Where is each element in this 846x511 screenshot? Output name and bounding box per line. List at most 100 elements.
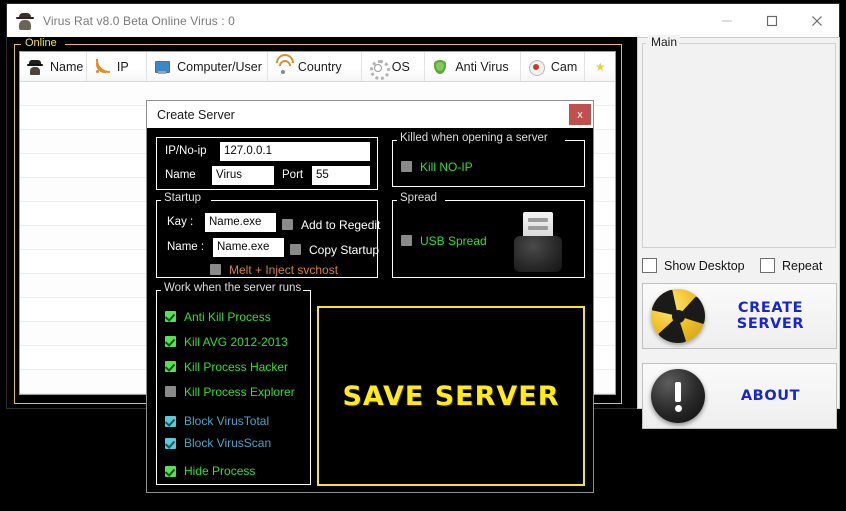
about-label: ABOUT (740, 388, 801, 404)
create-server-dialog: Create Server x IP/No-ip 127.0.0.1 Name … (146, 100, 594, 493)
dialog-body: IP/No-ip 127.0.0.1 Name Virus Port 55 Ki… (147, 128, 593, 492)
checkbox-box[interactable] (210, 264, 221, 275)
checkbox-block-virustotal[interactable]: Block VirusTotal (165, 410, 310, 432)
checkbox-repeat[interactable]: Repeat (760, 258, 822, 273)
checkbox-copy-startup[interactable]: Copy Startup (290, 239, 379, 260)
main-groupbox: Main (642, 35, 836, 248)
column-header-cam[interactable]: Cam (521, 52, 586, 81)
checkbox-label: Block VirusScan (184, 436, 272, 450)
checkbox-label: Show Desktop (664, 258, 745, 273)
checkbox-melt-inject-svchost[interactable]: Melt + Inject svchost (210, 259, 338, 280)
checkbox-kill-process-hacker[interactable]: Kill Process Hacker (165, 354, 310, 379)
checkbox-label: Melt + Inject svchost (229, 262, 339, 277)
checkbox-label: USB Spread (420, 233, 487, 248)
checkbox-box[interactable] (401, 161, 412, 172)
checkbox-label: Repeat (782, 258, 823, 273)
ip-input[interactable]: 127.0.0.1 (220, 142, 370, 161)
gear-icon (369, 59, 390, 80)
name-input[interactable]: Virus (212, 166, 274, 185)
startup-name-input[interactable]: Name.exe (213, 238, 284, 257)
work-when-server-runs-groupbox: Work when the server runs Anti Kill Proc… (156, 282, 311, 485)
checkbox-anti-kill-process[interactable]: Anti Kill Process (165, 304, 310, 329)
key-input[interactable]: Name.exe (205, 213, 276, 232)
checkbox-kill-process-explorer[interactable]: Kill Process Explorer (165, 379, 310, 404)
checkbox-show-desktop[interactable]: Show Desktop (642, 258, 760, 273)
globe-signal-icon (272, 52, 298, 76)
killed-legend: Killed when opening a server (397, 132, 551, 144)
user-spy-icon (27, 59, 43, 75)
checkbox-box[interactable] (165, 415, 176, 427)
spread-legend: Spread (397, 192, 441, 204)
column-label: Anti Virus (455, 59, 509, 74)
startup-legend: Startup (161, 192, 205, 204)
name-label: Name (165, 169, 196, 181)
connection-box: IP/No-ip 127.0.0.1 Name Virus Port 55 (156, 137, 378, 190)
checkbox-box[interactable] (165, 311, 176, 322)
spy-hat-icon (16, 12, 34, 30)
side-panel: Main Show Desktop Repeat CREATE SERVER A… (637, 35, 840, 429)
checkbox-box[interactable] (165, 386, 176, 397)
checkbox-label: Kill Process Explorer (184, 384, 295, 399)
about-button[interactable]: ABOUT (642, 363, 837, 429)
column-header-os[interactable]: OS (362, 52, 426, 81)
window-titlebar: Virus Rat v8.0 Beta Online Virus : 0 (7, 4, 839, 37)
key-label: Kay : (167, 216, 194, 228)
star-icon: ★ (594, 59, 606, 74)
dialog-close-button[interactable]: x (569, 104, 591, 125)
usb-drive-icon (514, 212, 562, 272)
checkbox-hide-process[interactable]: Hide Process (165, 460, 310, 482)
killed-on-open-groupbox: Killed when opening a server Kill NO-IP (392, 132, 585, 187)
checkbox-block-virusscan[interactable]: Block VirusScan (165, 432, 310, 454)
column-label: Computer/User (177, 59, 262, 74)
checkbox-label: Kill Process Hacker (184, 359, 289, 374)
checkbox-box[interactable] (401, 235, 412, 246)
column-label: Cam (550, 59, 578, 74)
checkbox-add-to-regedit[interactable]: Add to Regedit (282, 214, 380, 235)
column-header-anti-virus[interactable]: Anti Virus (425, 52, 521, 81)
webcam-icon (528, 59, 545, 76)
startup-name-label: Name : (167, 241, 205, 253)
ip-label: IP/No-ip (165, 145, 207, 157)
dialog-title: Create Server (157, 107, 235, 122)
screen: Virus Rat v8.0 Beta Online Virus : 0 Onl… (0, 0, 846, 511)
startup-groupbox: Startup Kay : Name.exe Add to Regedit Na… (156, 192, 380, 280)
work-legend: Work when the server runs (161, 282, 305, 294)
checkbox-box[interactable] (165, 336, 176, 347)
column-label: Name (50, 59, 84, 74)
column-header-computer-user[interactable]: Computer/User (147, 52, 268, 81)
close-icon[interactable] (794, 4, 839, 37)
checkbox-box[interactable] (642, 258, 657, 273)
side-panel-options: Show Desktop Repeat (642, 258, 837, 273)
monitor-icon (154, 59, 171, 75)
checkbox-label: Kill AVG 2012-2013 (184, 334, 288, 349)
rss-signal-icon (94, 58, 110, 75)
column-header-ip[interactable]: IP (87, 52, 148, 81)
minimize-icon[interactable] (704, 4, 749, 37)
column-header-favorite[interactable]: ★ (585, 52, 615, 81)
checkbox-box[interactable] (290, 244, 301, 255)
window-title: Virus Rat v8.0 Beta Online Virus : 0 (43, 13, 235, 28)
online-legend: Online (23, 37, 59, 49)
column-label: OS (391, 59, 410, 74)
column-header-country[interactable]: Country (268, 52, 362, 81)
list-header-row: Name IP Computer/User Country OS Anti Vi… (20, 52, 615, 82)
checkbox-box[interactable] (282, 219, 293, 230)
checkbox-kill-avg[interactable]: Kill AVG 2012-2013 (165, 329, 310, 354)
checkbox-label: Add to Regedit (301, 217, 381, 232)
checkbox-label: Copy Startup (309, 242, 380, 257)
column-label: Country (297, 59, 342, 74)
create-server-button[interactable]: CREATE SERVER (642, 283, 837, 349)
checkbox-box[interactable] (165, 465, 176, 477)
radiation-icon (651, 289, 705, 343)
checkbox-box[interactable] (165, 361, 176, 372)
maximize-icon[interactable] (749, 4, 794, 37)
spread-groupbox: Spread USB Spread (392, 192, 585, 278)
checkbox-box[interactable] (165, 437, 176, 449)
save-server-button[interactable]: SAVE SERVER (317, 306, 585, 486)
checkbox-box[interactable] (760, 258, 775, 273)
checkbox-kill-no-ip[interactable]: Kill NO-IP (401, 156, 584, 177)
column-header-name[interactable]: Name (20, 52, 87, 81)
create-server-label: CREATE SERVER (736, 300, 805, 332)
port-input[interactable]: 55 (312, 166, 370, 185)
checkbox-label: Anti Kill Process (184, 309, 271, 324)
